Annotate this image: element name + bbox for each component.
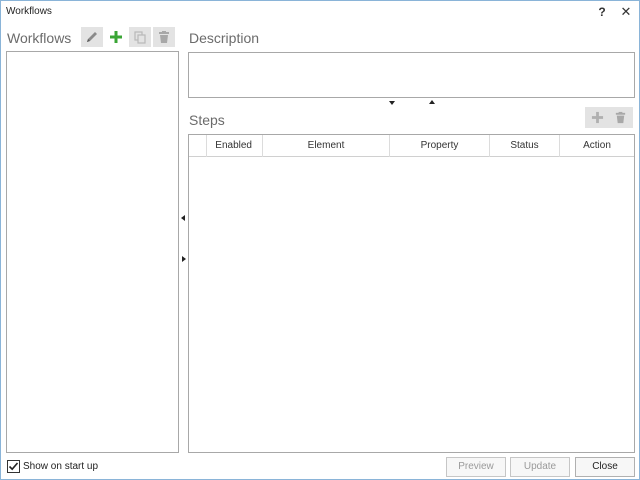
steps-grid[interactable]: Enabled Element Property Status Action bbox=[188, 134, 635, 453]
preview-button[interactable]: Preview bbox=[446, 457, 506, 477]
steps-section-title: Steps bbox=[189, 112, 225, 128]
window-title: Workflows bbox=[6, 6, 52, 17]
steps-toolbar bbox=[585, 107, 633, 128]
steps-grid-header: Enabled Element Property Status Action bbox=[189, 135, 634, 157]
copy-icon bbox=[134, 31, 146, 44]
delete-step-button[interactable] bbox=[610, 108, 630, 127]
column-header-status[interactable]: Status bbox=[490, 135, 560, 157]
expand-right-arrow-icon[interactable] bbox=[182, 256, 186, 262]
checkmark-icon bbox=[8, 462, 19, 471]
help-button[interactable]: ? bbox=[593, 4, 611, 20]
copy-workflow-button[interactable] bbox=[129, 27, 151, 47]
edit-workflow-button[interactable] bbox=[81, 27, 103, 47]
plus-icon bbox=[110, 31, 122, 43]
collapse-up-arrow-icon[interactable] bbox=[429, 100, 435, 104]
show-on-startup-checkbox[interactable] bbox=[7, 460, 20, 473]
description-field[interactable] bbox=[188, 52, 635, 98]
trash-icon bbox=[159, 31, 169, 43]
collapse-left-arrow-icon[interactable] bbox=[181, 215, 185, 221]
update-button[interactable]: Update bbox=[510, 457, 570, 477]
description-section-title: Description bbox=[189, 30, 260, 46]
column-header-action[interactable]: Action bbox=[560, 135, 634, 157]
title-bar: Workflows ? ✕ bbox=[1, 1, 639, 23]
close-button[interactable]: Close bbox=[575, 457, 635, 477]
trash-icon bbox=[615, 111, 625, 124]
workflows-list[interactable] bbox=[6, 51, 179, 453]
column-header-element[interactable]: Element bbox=[263, 135, 390, 157]
expand-down-arrow-icon[interactable] bbox=[389, 101, 395, 105]
pencil-icon bbox=[87, 32, 97, 42]
column-header-property[interactable]: Property bbox=[390, 135, 490, 157]
add-workflow-button[interactable] bbox=[105, 27, 127, 47]
workflows-section-title: Workflows bbox=[7, 30, 72, 46]
column-header-enabled[interactable]: Enabled bbox=[207, 135, 263, 157]
show-on-startup-label[interactable]: Show on start up bbox=[23, 461, 98, 472]
window-close-button[interactable]: ✕ bbox=[617, 4, 635, 20]
workflows-dialog: Workflows ? ✕ Workflows Description Step… bbox=[0, 0, 640, 480]
column-header-select[interactable] bbox=[189, 135, 207, 157]
plus-icon bbox=[591, 111, 603, 124]
delete-workflow-button[interactable] bbox=[153, 27, 175, 47]
add-step-button[interactable] bbox=[587, 108, 607, 127]
